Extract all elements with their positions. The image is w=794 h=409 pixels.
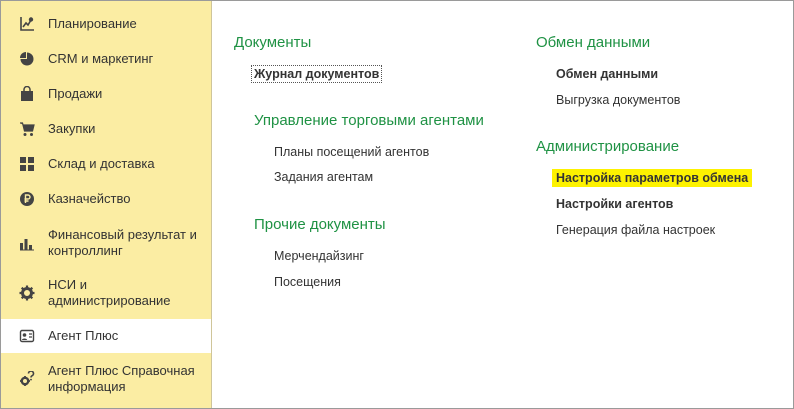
sidebar: Планирование CRM и маркетинг Продажи Зак… (1, 1, 212, 408)
sidebar-item-label: Планирование (48, 16, 137, 31)
sidebar-item-label: CRM и маркетинг (48, 51, 154, 66)
sidebar-item-label: Закупки (48, 121, 96, 136)
link-exchange-settings[interactable]: Настройка параметров обмена (552, 169, 753, 187)
shopping-bag-icon (19, 86, 35, 102)
section-title-other-documents: Прочие документы (254, 216, 386, 233)
sidebar-item-label: Продажи (48, 86, 103, 101)
help-gear-icon (19, 371, 35, 387)
pie-chart-icon (19, 51, 35, 67)
section-title-documents: Документы (234, 34, 312, 51)
link-visits[interactable]: Посещения (274, 274, 341, 290)
sidebar-item-sales[interactable]: Продажи (1, 83, 211, 105)
main-content: Документы Журнал документов Управление т… (213, 1, 793, 408)
sidebar-item-agent-plus-reference[interactable]: Агент Плюс Справочная информация (1, 361, 211, 397)
link-agent-tasks[interactable]: Задания агентам (274, 169, 373, 185)
ruble-coin-icon (19, 191, 35, 207)
section-title-data-exchange: Обмен данными (536, 34, 651, 51)
sidebar-item-label: Финансовый результат и контроллинг (48, 227, 197, 258)
grid-icon (19, 156, 35, 172)
sidebar-item-label: НСИ и администрирование (48, 277, 171, 308)
link-documents-journal[interactable]: Журнал документов (250, 65, 383, 83)
window: Планирование CRM и маркетинг Продажи Зак… (0, 0, 794, 409)
bar-chart-icon (19, 235, 35, 251)
sidebar-item-planning[interactable]: Планирование (1, 13, 211, 35)
sidebar-item-crm[interactable]: CRM и маркетинг (1, 48, 211, 70)
sidebar-item-treasury[interactable]: Казначейство (1, 188, 211, 210)
section-title-administration: Администрирование (536, 138, 680, 155)
link-documents-export[interactable]: Выгрузка документов (556, 92, 680, 108)
link-settings-file-generation[interactable]: Генерация файла настроек (556, 222, 715, 238)
sidebar-item-label: Агент Плюс Справочная информация (48, 363, 195, 394)
sidebar-item-label: Агент Плюс (48, 328, 119, 343)
sidebar-item-label: Склад и доставка (48, 156, 155, 171)
agent-plus-icon (19, 328, 35, 344)
section-title-agents-management: Управление торговыми агентами (254, 112, 484, 129)
sidebar-item-warehouse[interactable]: Склад и доставка (1, 153, 211, 175)
sidebar-item-purchases[interactable]: Закупки (1, 118, 211, 140)
link-agent-visit-plans[interactable]: Планы посещений агентов (274, 144, 429, 160)
link-merchandising[interactable]: Мерчендайзинг (274, 248, 364, 264)
sidebar-item-financial-result[interactable]: Финансовый результат и контроллинг (1, 225, 211, 261)
gear-icon (19, 285, 35, 301)
link-agent-settings[interactable]: Настройки агентов (556, 196, 673, 212)
shopping-cart-icon (19, 121, 35, 137)
sidebar-item-label: Казначейство (48, 191, 131, 206)
sidebar-item-nsi-admin[interactable]: НСИ и администрирование (1, 275, 211, 311)
sidebar-item-agent-plus[interactable]: Агент Плюс (1, 319, 211, 353)
chart-growth-icon (19, 16, 35, 32)
link-data-exchange[interactable]: Обмен данными (556, 66, 658, 82)
